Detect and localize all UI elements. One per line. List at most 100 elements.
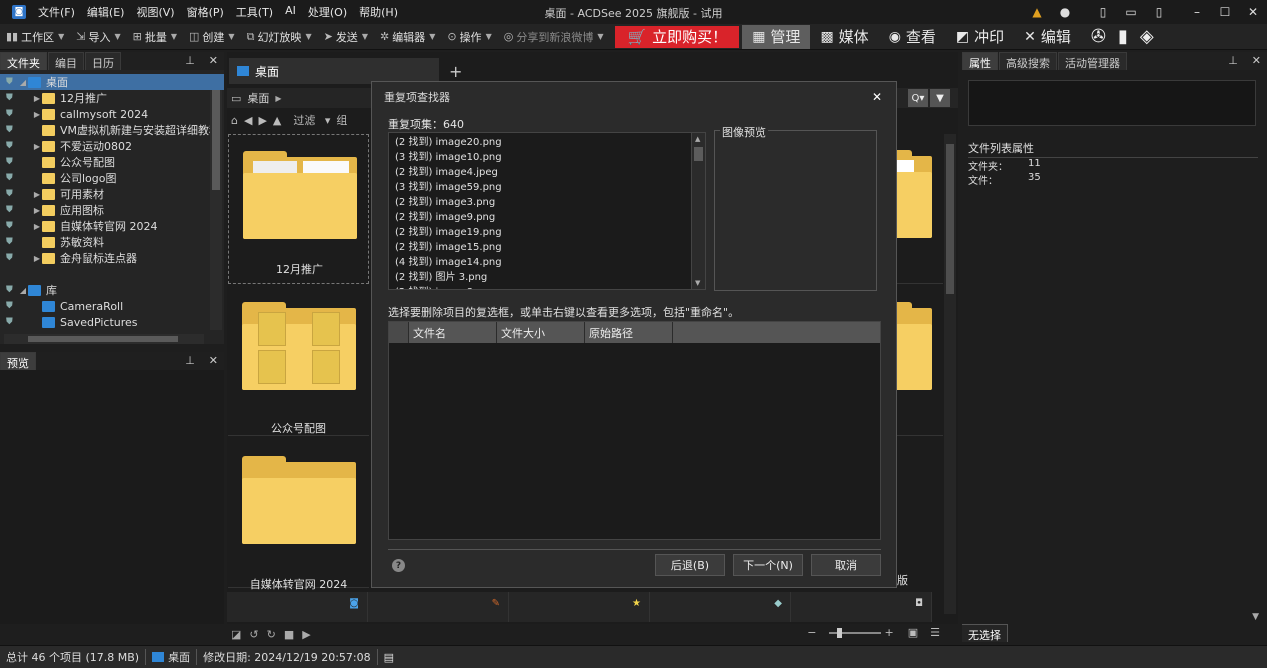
duplicate-list[interactable]: (2 找到) image20.png (3 找到) image10.png (2 找… bbox=[388, 132, 706, 290]
tree-item[interactable]: ⛊ CameraRoll bbox=[0, 298, 224, 314]
list-item[interactable]: (3 找到) image59.png bbox=[389, 178, 705, 193]
tree-item[interactable]: ⛊ SavedPictures bbox=[0, 314, 224, 330]
warning-icon[interactable]: ▲ bbox=[1023, 5, 1051, 19]
toolbar-send[interactable]: ➤ 发送 ▼ bbox=[318, 29, 374, 45]
toolbar-workspace[interactable]: ▮▮ 工作区 ▼ bbox=[0, 29, 70, 45]
tab-catalog[interactable]: 编目 bbox=[48, 52, 84, 70]
toolbar-weibo[interactable]: ◎ 分享到新浪微博 ▼ bbox=[498, 29, 610, 45]
list-item[interactable]: (2 找到) image8.png bbox=[389, 283, 705, 289]
tab-calendar[interactable]: 日历 bbox=[85, 52, 121, 70]
file-list-scrollbar[interactable] bbox=[944, 134, 956, 614]
tree-item[interactable] bbox=[0, 266, 224, 282]
mode-view[interactable]: ◉ 查看 bbox=[879, 25, 946, 49]
dashboard-icon[interactable]: ✇ bbox=[1085, 26, 1112, 47]
tab-folders[interactable]: 文件夹 bbox=[0, 52, 47, 70]
expand-icon[interactable]: ▶ bbox=[32, 206, 42, 215]
column-filename[interactable]: 文件名 bbox=[409, 322, 497, 343]
pin-icon[interactable]: ⊥ bbox=[185, 54, 195, 67]
list-item[interactable]: (2 找到) image15.png bbox=[389, 238, 705, 253]
tab-activity-manager[interactable]: 活动管理器 bbox=[1058, 52, 1127, 70]
rotate-right-icon[interactable]: ↻ bbox=[267, 628, 276, 641]
list-item[interactable]: (2 找到) 图片 3.png bbox=[389, 268, 705, 283]
duplicate-list-scrollbar[interactable]: ▲ ▼ bbox=[691, 133, 705, 289]
pin-icon[interactable]: ⛊ bbox=[6, 77, 13, 87]
group-menu[interactable]: 组 bbox=[336, 112, 347, 128]
tree-item[interactable]: ⛊ ▶ 12月推广 bbox=[0, 90, 224, 106]
pin-icon[interactable]: ⛊ bbox=[6, 253, 13, 263]
list-item[interactable]: (3 找到) image10.png bbox=[389, 148, 705, 163]
duplicate-file-table[interactable]: 文件名 文件大小 原始路径 bbox=[388, 321, 881, 540]
folder-thumbnail[interactable]: 公众号配图 bbox=[228, 286, 369, 436]
back-icon[interactable]: ◀ bbox=[244, 114, 252, 127]
toolbar-batch[interactable]: ⊞ 批量 ▼ bbox=[127, 29, 183, 45]
pin-icon[interactable]: ⛊ bbox=[6, 93, 13, 103]
next-button[interactable]: 下一个(N) bbox=[733, 554, 803, 576]
buy-now-button[interactable]: 🛒 立即购买！ bbox=[615, 25, 740, 48]
close-panel-icon[interactable]: ✕ bbox=[209, 54, 218, 67]
zoom-slider[interactable] bbox=[828, 627, 881, 638]
back-button[interactable]: 后退(B) bbox=[655, 554, 725, 576]
maximize-icon[interactable]: ☐ bbox=[1211, 5, 1239, 19]
cancel-button[interactable]: 取消 bbox=[811, 554, 881, 576]
mode-edit[interactable]: ✕ 编辑 bbox=[1014, 25, 1081, 49]
layout-right-icon[interactable]: ▯ bbox=[1145, 5, 1173, 19]
menu-tools[interactable]: 工具(T) bbox=[230, 4, 279, 20]
mode-develop[interactable]: ◩ 冲印 bbox=[946, 25, 1014, 49]
rotate-left-icon[interactable]: ↺ bbox=[249, 628, 258, 641]
tree-item[interactable]: ⛊ VM虚拟机新建与安装超详细教程 bbox=[0, 122, 224, 138]
toolbar-action[interactable]: ⊙ 操作 ▼ bbox=[441, 29, 497, 45]
pin-icon[interactable]: ⛊ bbox=[6, 141, 13, 151]
expand-icon[interactable]: ▶ bbox=[32, 222, 42, 231]
home-icon[interactable]: ⌂ bbox=[231, 114, 238, 127]
pin-icon[interactable]: ⛊ bbox=[6, 109, 13, 119]
toolbar-slideshow[interactable]: ⧉ 幻灯放映 ▼ bbox=[241, 29, 318, 45]
tab-no-selection[interactable]: 无选择 bbox=[962, 624, 1008, 642]
breadcrumb[interactable]: 桌面 bbox=[247, 90, 269, 106]
tree-scrollbar[interactable] bbox=[210, 90, 222, 330]
help-icon[interactable]: ? bbox=[392, 559, 405, 572]
up-icon[interactable]: ▲ bbox=[273, 114, 281, 127]
expand-icon[interactable]: ▶ bbox=[32, 142, 42, 151]
pin-icon[interactable]: ⛊ bbox=[6, 189, 13, 199]
tree-horizontal-scrollbar[interactable] bbox=[4, 334, 204, 344]
tree-item[interactable]: ⛊ ▶ 自媒体转官网 2024 bbox=[0, 218, 224, 234]
pin-icon[interactable]: ⛊ bbox=[6, 285, 13, 295]
mode-media[interactable]: ▩ 媒体 bbox=[810, 25, 878, 49]
list-item[interactable]: (2 找到) image20.png bbox=[389, 133, 705, 148]
filter-icon[interactable]: ▼ bbox=[930, 89, 950, 107]
tab-preview[interactable]: 预览 bbox=[0, 352, 36, 370]
filter-menu[interactable]: 过滤 ▾ bbox=[293, 112, 330, 128]
file-thumbnail[interactable]: ◘ bbox=[791, 592, 932, 622]
scroll-up-icon[interactable]: ▲ bbox=[695, 135, 700, 143]
checkbox-column-header[interactable] bbox=[389, 322, 409, 343]
pin-icon[interactable]: ⛊ bbox=[6, 301, 13, 311]
tree-item[interactable]: ⛊ ▶ 可用素材 bbox=[0, 186, 224, 202]
tree-item[interactable]: ⛊ 苏敏资料 bbox=[0, 234, 224, 250]
pin-icon[interactable]: ⛊ bbox=[6, 173, 13, 183]
collapse-icon[interactable]: ◢ bbox=[18, 78, 28, 87]
list-item[interactable]: (2 找到) image3.png bbox=[389, 193, 705, 208]
list-item[interactable]: (2 找到) image19.png bbox=[389, 223, 705, 238]
file-thumbnail[interactable]: ◙ bbox=[227, 592, 368, 622]
tree-item[interactable]: ⛊ ▶ 不爱运动0802 bbox=[0, 138, 224, 154]
tree-item[interactable]: ⛊ ▶ 金舟鼠标连点器 bbox=[0, 250, 224, 266]
folder-thumbnail[interactable]: 自媒体转官网 2024 bbox=[228, 438, 369, 591]
scroll-down-icon[interactable]: ▼ bbox=[1252, 612, 1259, 622]
zoom-out-icon[interactable]: − bbox=[807, 626, 816, 639]
expand-icon[interactable]: ▶ bbox=[32, 254, 42, 263]
tree-item[interactable]: ⛊ 公司logo图 bbox=[0, 170, 224, 186]
pin-icon[interactable]: ⊥ bbox=[185, 354, 195, 367]
expand-icon[interactable]: ▶ bbox=[32, 94, 42, 103]
stats-icon[interactable]: ▮ bbox=[1112, 26, 1134, 47]
file-thumbnail[interactable]: ★ bbox=[509, 592, 650, 622]
layout-left-icon[interactable]: ▯ bbox=[1089, 5, 1117, 19]
list-view-icon[interactable]: ☰ bbox=[930, 626, 940, 639]
column-original-path[interactable]: 原始路径 bbox=[585, 322, 673, 343]
pin-icon[interactable]: ⛊ bbox=[6, 157, 13, 167]
list-item[interactable]: (2 找到) image9.png bbox=[389, 208, 705, 223]
minimize-icon[interactable]: – bbox=[1183, 5, 1211, 19]
chevron-right-icon[interactable]: ▶ bbox=[275, 94, 281, 103]
layout-bottom-icon[interactable]: ▭ bbox=[1117, 5, 1145, 19]
scroll-down-icon[interactable]: ▼ bbox=[695, 279, 700, 287]
menu-edit[interactable]: 编辑(E) bbox=[81, 4, 131, 20]
